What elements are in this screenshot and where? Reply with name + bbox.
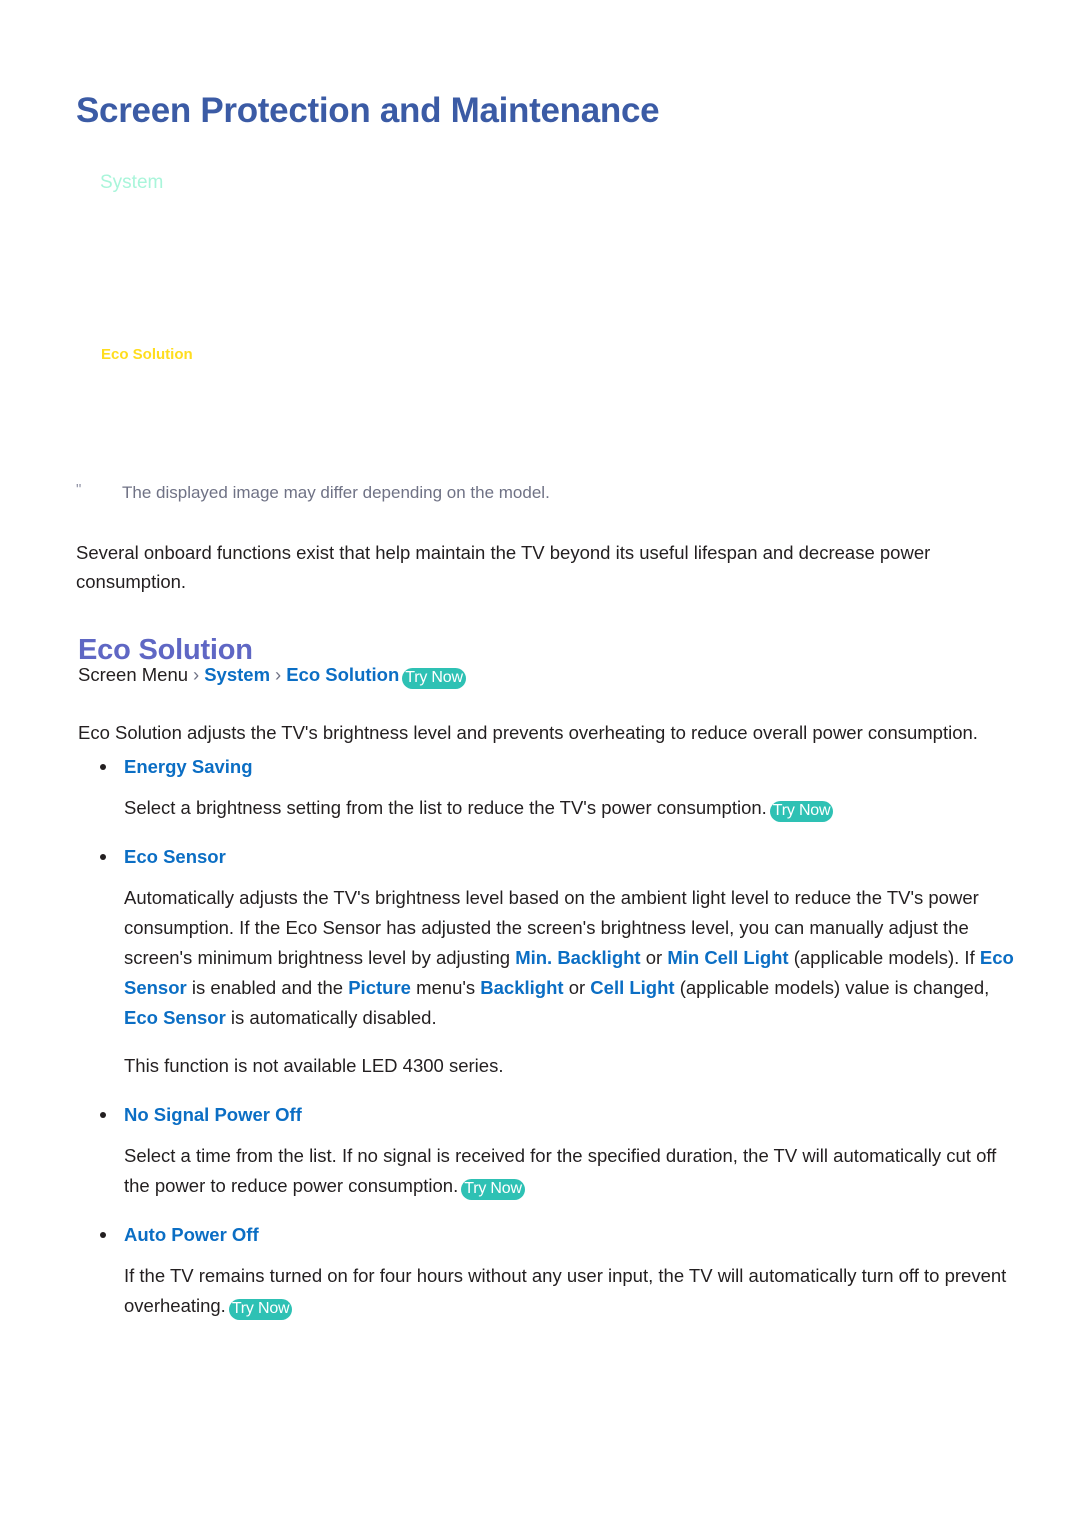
breadcrumb-separator-1: ›: [193, 664, 200, 685]
term-picture[interactable]: Picture: [348, 977, 411, 998]
note-quote-mark: ": [76, 481, 82, 498]
eco-sensor-text-8: is automatically disabled.: [225, 1006, 437, 1028]
breadcrumb: Screen Menu › System › Eco Solution Try Now: [78, 663, 466, 689]
option-body-energy-saving: Select a brightness setting from the lis…: [124, 793, 1019, 823]
breadcrumb-item-eco-solution[interactable]: Eco Solution: [286, 664, 399, 685]
try-now-badge-auto-power-off[interactable]: Try Now: [228, 1298, 293, 1320]
list-item: Eco Sensor Automatically adjusts the TV'…: [78, 845, 1023, 1081]
try-now-badge-energy-saving[interactable]: Try Now: [769, 801, 834, 823]
bullet-dot-icon: [100, 854, 106, 861]
eco-solution-options-list: Energy Saving Select a brightness settin…: [78, 755, 1023, 1343]
manual-page: Screen Protection and Maintenance System…: [0, 0, 1080, 1527]
intro-paragraph: Several onboard functions exist that hel…: [76, 541, 931, 593]
option-body-auto-power-off: If the TV remains turned on for four hou…: [124, 1261, 1019, 1321]
term-min-cell-light[interactable]: Min Cell Light: [667, 947, 788, 968]
breadcrumb-root: Screen Menu: [78, 664, 189, 685]
option-label-eco-sensor[interactable]: Eco Sensor: [124, 845, 226, 869]
breadcrumb-separator-2: ›: [275, 664, 282, 685]
term-cell-light[interactable]: Cell Light: [590, 977, 674, 998]
term-min-backlight[interactable]: Min. Backlight: [515, 947, 640, 968]
eco-sensor-text-6: or: [563, 976, 591, 998]
option-body-eco-sensor: Automatically adjusts the TV's brightnes…: [124, 883, 1019, 1033]
tv-menu-figure: System Eco Solution: [76, 150, 1006, 470]
section-lead-paragraph: Eco Solution adjusts the TV's brightness…: [78, 721, 978, 743]
option-body-text: Select a brightness setting from the lis…: [124, 797, 767, 819]
bullet-head-eco-sensor: Eco Sensor: [78, 845, 1023, 869]
menu-label-system: System: [100, 172, 164, 193]
bullet-head-auto-power-off: Auto Power Off: [78, 1223, 1023, 1247]
breadcrumb-item-system[interactable]: System: [204, 664, 270, 685]
bullet-dot-icon: [100, 764, 106, 770]
list-item: Auto Power Off If the TV remains turned …: [78, 1223, 1023, 1321]
option-body-no-signal-power-off: Select a time from the list. If no signa…: [124, 1141, 1019, 1201]
list-item: Energy Saving Select a brightness settin…: [78, 755, 1023, 823]
option-body-text: Select a time from the list. If no signa…: [124, 1144, 997, 1196]
option-label-energy-saving[interactable]: Energy Saving: [124, 755, 253, 779]
page-title: Screen Protection and Maintenance: [76, 91, 660, 131]
note-row: " The displayed image may differ dependi…: [76, 481, 1006, 506]
eco-sensor-text-2: or: [640, 947, 668, 968]
eco-sensor-text-4: is enabled and the: [186, 976, 349, 998]
option-label-auto-power-off[interactable]: Auto Power Off: [124, 1223, 259, 1247]
eco-sensor-text-3: (applicable models). If: [788, 947, 980, 968]
eco-sensor-text-5: menu's: [410, 976, 481, 998]
note-text: The displayed image may differ depending…: [122, 483, 550, 502]
term-eco-sensor-2[interactable]: Eco Sensor: [124, 1007, 226, 1028]
try-now-badge-breadcrumb[interactable]: Try Now: [402, 668, 466, 689]
eco-sensor-text-7: (applicable models) value is changed,: [674, 976, 990, 998]
menu-label-eco-solution: Eco Solution: [101, 346, 193, 363]
bullet-head-no-signal-power-off: No Signal Power Off: [78, 1103, 1023, 1127]
try-now-badge-no-signal-power-off[interactable]: Try Now: [461, 1178, 525, 1200]
list-item: No Signal Power Off Select a time from t…: [78, 1103, 1023, 1201]
bullet-dot-icon: [100, 1231, 106, 1238]
term-backlight[interactable]: Backlight: [480, 977, 563, 998]
bullet-head-energy-saving: Energy Saving: [78, 755, 1023, 779]
option-note-eco-sensor: This function is not available LED 4300 …: [124, 1054, 504, 1076]
bullet-dot-icon: [100, 1111, 106, 1118]
option-label-no-signal-power-off[interactable]: No Signal Power Off: [124, 1103, 302, 1127]
